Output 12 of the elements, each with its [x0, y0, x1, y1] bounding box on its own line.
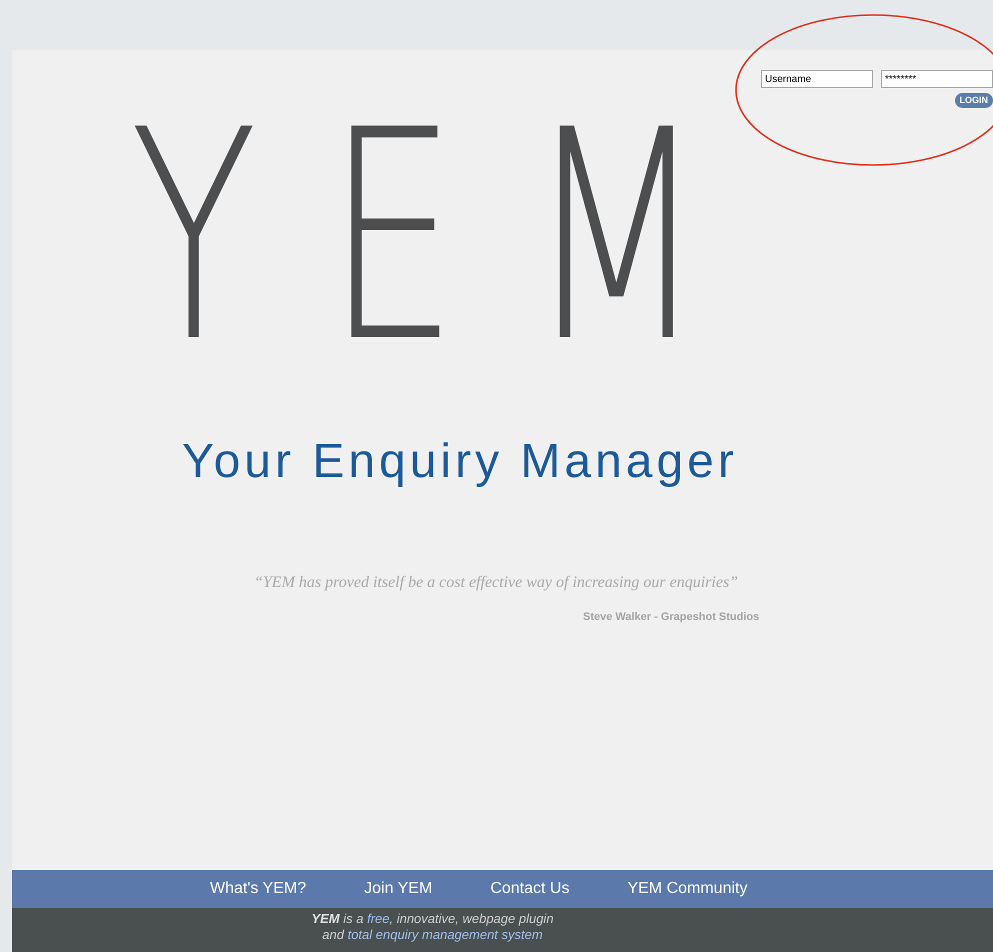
testimonial-quote: “YEM has proved itself be a cost effective way of increasing our enquiries”	[254, 573, 740, 593]
nav-link[interactable]: Join YEM	[364, 877, 432, 901]
nav-link[interactable]: What's YEM?	[210, 877, 306, 901]
logo-tagline: Your Enquiry Manager	[182, 438, 739, 486]
username-field[interactable]: Username	[761, 70, 873, 88]
login-button[interactable]: LOGIN	[954, 93, 993, 108]
password-field[interactable]: ********	[881, 70, 993, 88]
nav-link[interactable]: YEM Community	[627, 877, 748, 901]
testimonial-author: Steve Walker - Grapeshot Studios	[583, 610, 760, 625]
footer-text: YEM is a free, innovative, webpage plugin and total enquiry management system	[311, 911, 554, 943]
logo-mark: YEM	[130, 93, 775, 383]
nav-link[interactable]: Contact Us	[490, 877, 570, 901]
